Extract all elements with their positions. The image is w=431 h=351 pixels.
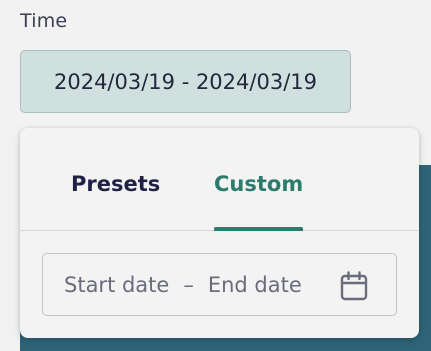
active-tab-indicator bbox=[214, 227, 303, 231]
tab-custom-label: Custom bbox=[214, 172, 304, 196]
calendar-icon[interactable] bbox=[340, 271, 368, 301]
tab-presets[interactable]: Presets bbox=[71, 172, 160, 230]
time-field-label: Time bbox=[20, 10, 68, 32]
time-filter-page: Time 2024/03/19 - 2024/03/19 Presets Cus… bbox=[0, 0, 431, 351]
start-date-input[interactable]: Start date bbox=[64, 273, 169, 297]
date-range-button[interactable]: 2024/03/19 - 2024/03/19 bbox=[20, 50, 351, 113]
custom-date-range-input[interactable]: Start date – End date bbox=[42, 253, 397, 316]
end-date-input[interactable]: End date bbox=[208, 273, 302, 297]
tab-presets-label: Presets bbox=[71, 172, 161, 196]
tab-custom[interactable]: Custom bbox=[214, 172, 304, 231]
popover-tabs: Presets Custom bbox=[20, 128, 419, 231]
date-separator: – bbox=[183, 272, 194, 297]
date-range-popover: Presets Custom Start date – End date bbox=[20, 128, 419, 338]
